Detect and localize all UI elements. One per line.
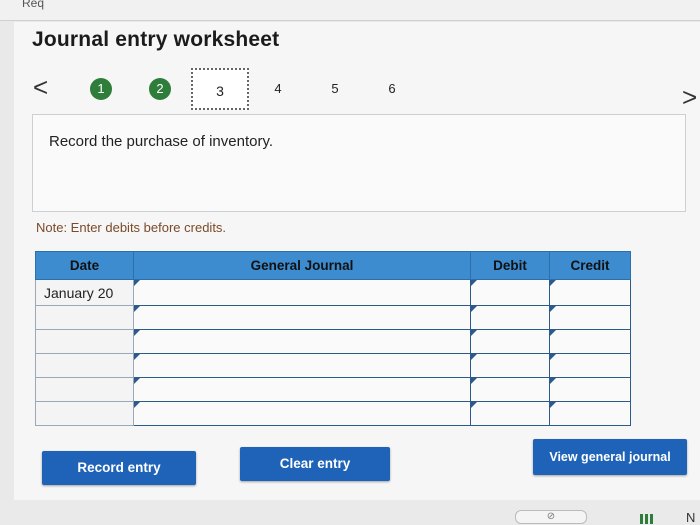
step-1[interactable]: 1 <box>90 78 112 100</box>
next-label[interactable]: N <box>686 510 695 525</box>
step-3-current[interactable]: 3 <box>191 68 249 110</box>
column-header-general-journal: General Journal <box>133 251 471 280</box>
step-5[interactable]: 5 <box>323 78 347 100</box>
table-row: January 20 <box>35 279 631 306</box>
instruction-box: Record the purchase of inventory. <box>32 114 686 212</box>
debit-input[interactable] <box>470 377 550 402</box>
credit-input[interactable] <box>549 279 631 306</box>
debit-input[interactable] <box>470 279 550 306</box>
step-4[interactable]: 4 <box>266 78 290 100</box>
date-cell <box>35 377 134 402</box>
chevron-left-icon[interactable]: < <box>33 74 48 100</box>
credit-input[interactable] <box>549 305 631 330</box>
step-2[interactable]: 2 <box>149 78 171 100</box>
debit-input[interactable] <box>470 305 550 330</box>
credit-input[interactable] <box>549 401 631 426</box>
grid-icon[interactable] <box>640 514 654 524</box>
account-input[interactable] <box>133 353 471 378</box>
record-entry-button[interactable]: Record entry <box>42 451 196 485</box>
account-input[interactable] <box>133 401 471 426</box>
debit-input[interactable] <box>470 353 550 378</box>
step-6[interactable]: 6 <box>380 78 404 100</box>
date-cell <box>35 401 134 426</box>
journal-header-row: Date General Journal Debit Credit <box>35 251 631 280</box>
credit-input[interactable] <box>549 377 631 402</box>
credit-input[interactable] <box>549 353 631 378</box>
account-input[interactable] <box>133 377 471 402</box>
clear-entry-button[interactable]: Clear entry <box>240 447 390 481</box>
chevron-right-icon[interactable]: > <box>682 84 697 110</box>
column-header-credit: Credit <box>549 251 631 280</box>
table-row <box>35 353 631 378</box>
column-header-date: Date <box>35 251 134 280</box>
debit-input[interactable] <box>470 329 550 354</box>
date-cell <box>35 329 134 354</box>
page-title: Journal entry worksheet <box>32 28 280 51</box>
table-row <box>35 329 631 354</box>
view-general-journal-button[interactable]: View general journal <box>533 439 687 475</box>
account-input[interactable] <box>133 305 471 330</box>
column-header-debit: Debit <box>470 251 550 280</box>
top-bar: Req <box>0 0 700 21</box>
account-input[interactable] <box>133 279 471 306</box>
table-row <box>35 377 631 402</box>
date-cell <box>35 305 134 330</box>
table-row <box>35 401 631 426</box>
account-input[interactable] <box>133 329 471 354</box>
bottom-bar <box>0 500 700 525</box>
instruction-text: Record the purchase of inventory. <box>49 133 274 150</box>
table-row <box>35 305 631 330</box>
top-bar-text: Req <box>22 0 45 10</box>
link-icon[interactable]: ⊘ <box>515 510 587 524</box>
date-cell: January 20 <box>35 279 134 306</box>
debit-input[interactable] <box>470 401 550 426</box>
note-text: Note: Enter debits before credits. <box>36 220 227 235</box>
date-cell <box>35 353 134 378</box>
credit-input[interactable] <box>549 329 631 354</box>
journal-table: Date General Journal Debit Credit Januar… <box>35 251 631 426</box>
